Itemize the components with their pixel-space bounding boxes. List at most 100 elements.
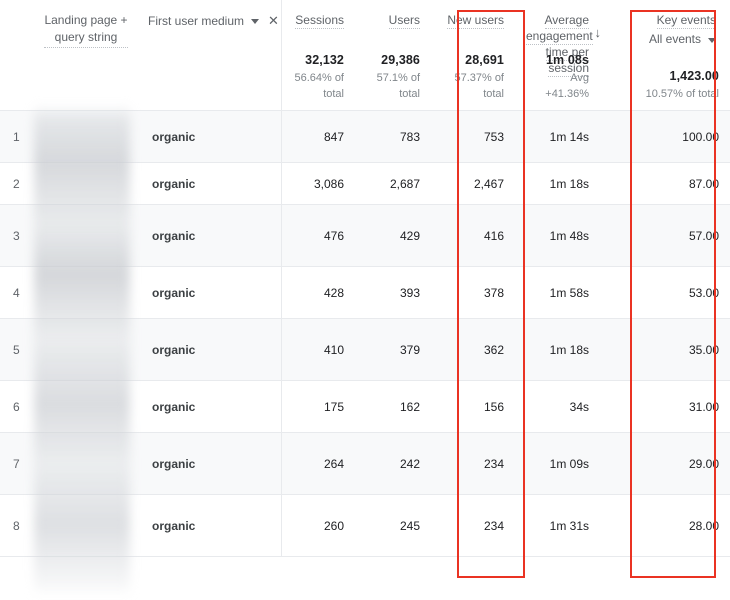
users-total-block: 29,386 57.1% of total xyxy=(366,52,420,102)
landing-page-cell[interactable] xyxy=(31,110,141,163)
key-events-cell: 35.00 xyxy=(600,318,730,381)
column-header-new-users[interactable]: New users 28,691 57.37% of total xyxy=(431,0,515,111)
sessions-total-percent: 56.64% of total xyxy=(294,72,344,100)
new-users-cell: 416 xyxy=(431,204,515,267)
column-header-avg-engagement-time[interactable]: Average engagement time per session 1m 0… xyxy=(515,0,600,111)
new-users-cell: 362 xyxy=(431,318,515,381)
chevron-down-icon[interactable] xyxy=(708,37,716,43)
landing-page-cell[interactable] xyxy=(31,204,141,267)
table-row[interactable]: 3 organic 476 429 416 1m 48s 57.00 xyxy=(0,204,730,267)
column-header-sessions[interactable]: Sessions 32,132 56.64% of total xyxy=(280,0,355,111)
key-events-cell: 100.00 xyxy=(600,110,730,163)
table-row[interactable]: 2 organic 3,086 2,687 2,467 1m 18s 87.00 xyxy=(0,162,730,205)
new-users-cell: 753 xyxy=(431,110,515,163)
avg-engagement-time-cell: 1m 14s xyxy=(515,110,600,163)
key-events-total-percent: 10.57% of total xyxy=(645,88,719,100)
close-icon[interactable]: ✕ xyxy=(268,13,279,29)
sort-descending-icon[interactable]: ↓ xyxy=(592,26,602,40)
row-index: 1 xyxy=(0,110,31,163)
landing-page-cell[interactable] xyxy=(31,494,141,557)
column-header-landing-page[interactable]: Landing page + query string xyxy=(31,0,141,111)
avg-engagement-time-cell: 1m 09s xyxy=(515,432,600,495)
users-cell: 393 xyxy=(355,266,431,319)
table-row[interactable]: 6 organic 175 162 156 34s 31.00 xyxy=(0,380,730,433)
new-users-header-label: New users xyxy=(447,13,504,29)
sessions-total-value: 32,132 xyxy=(305,53,344,67)
table-row[interactable]: 5 organic 410 379 362 1m 18s 35.00 xyxy=(0,318,730,381)
sessions-cell: 428 xyxy=(280,266,355,319)
sessions-header-label: Sessions xyxy=(295,13,344,29)
new-users-total-value: 28,691 xyxy=(465,53,504,67)
landing-page-cell[interactable] xyxy=(31,266,141,319)
column-header-users[interactable]: Users 29,386 57.1% of total xyxy=(355,0,431,111)
table-row[interactable]: 1 organic 847 783 753 1m 14s 100.00 xyxy=(0,110,730,163)
sessions-cell: 476 xyxy=(280,204,355,267)
table-row[interactable]: 8 organic 260 245 234 1m 31s 28.00 xyxy=(0,494,730,557)
first-user-medium-cell: organic xyxy=(141,110,281,163)
row-index: 8 xyxy=(0,494,31,557)
landing-page-cell[interactable] xyxy=(31,380,141,433)
avg-engagement-time-cell: 1m 18s xyxy=(515,162,600,205)
new-users-cell: 378 xyxy=(431,266,515,319)
first-user-medium-cell: organic xyxy=(141,380,281,433)
table-row[interactable]: 4 organic 428 393 378 1m 58s 53.00 xyxy=(0,266,730,319)
avg-engagement-time-cell: 1m 18s xyxy=(515,318,600,381)
row-index: 4 xyxy=(0,266,31,319)
key-events-cell: 29.00 xyxy=(600,432,730,495)
avg-engagement-total-percent: Avg +41.36% xyxy=(545,72,589,100)
new-users-cell: 234 xyxy=(431,494,515,557)
new-users-total-block: 28,691 57.37% of total xyxy=(442,52,504,102)
key-events-cell: 31.00 xyxy=(600,380,730,433)
avg-engagement-time-cell: 1m 58s xyxy=(515,266,600,319)
first-user-medium-cell: organic xyxy=(141,162,281,205)
landing-page-cell[interactable] xyxy=(31,318,141,381)
new-users-cell: 234 xyxy=(431,432,515,495)
sessions-cell: 410 xyxy=(280,318,355,381)
row-index: 3 xyxy=(0,204,31,267)
users-total-value: 29,386 xyxy=(381,53,420,67)
first-user-medium-cell: organic xyxy=(141,432,281,495)
key-events-event-selector[interactable]: All events xyxy=(649,32,716,46)
users-cell: 242 xyxy=(355,432,431,495)
landing-page-header-label: Landing page + query string xyxy=(44,12,128,48)
column-header-key-events[interactable]: ↓ Key events All events 1,423.00 10.57% … xyxy=(595,0,730,111)
key-events-cell: 57.00 xyxy=(600,204,730,267)
chevron-down-icon[interactable] xyxy=(251,19,260,24)
sessions-cell: 264 xyxy=(280,432,355,495)
first-user-medium-header-label: First user medium xyxy=(148,14,245,28)
users-cell: 162 xyxy=(355,380,431,433)
key-events-total-block: 1,423.00 10.57% of total xyxy=(611,68,719,102)
users-cell: 379 xyxy=(355,318,431,381)
report-table: Landing page + query string First user me… xyxy=(0,0,730,557)
key-events-selector-label: All events xyxy=(648,32,701,46)
landing-page-cell[interactable] xyxy=(31,162,141,205)
sessions-cell: 175 xyxy=(280,380,355,433)
users-total-percent: 57.1% of total xyxy=(376,72,420,100)
avg-engagement-time-cell: 1m 48s xyxy=(515,204,600,267)
table-body: 1 organic 847 783 753 1m 14s 100.00 2 organic 3,0… xyxy=(0,110,730,557)
table-row[interactable]: 7 organic 264 242 234 1m 09s 29.00 xyxy=(0,432,730,495)
avg-engagement-total-block: 1m 08s Avg +41.36% xyxy=(526,52,589,102)
key-events-header-label: Key events xyxy=(656,13,716,29)
analytics-table-screenshot: Landing page + query string First user me… xyxy=(0,0,730,600)
column-header-first-user-medium[interactable]: First user medium ✕ xyxy=(141,0,281,111)
users-cell: 245 xyxy=(355,494,431,557)
first-user-medium-cell: organic xyxy=(141,266,281,319)
users-cell: 2,687 xyxy=(355,162,431,205)
new-users-total-percent: 57.37% of total xyxy=(454,72,504,100)
sessions-total-block: 32,132 56.64% of total xyxy=(293,52,344,102)
avg-engagement-time-cell: 34s xyxy=(515,380,600,433)
key-events-cell: 28.00 xyxy=(600,494,730,557)
avg-engagement-total-value: 1m 08s xyxy=(546,53,589,67)
key-events-total-value: 1,423.00 xyxy=(669,69,719,83)
users-cell: 429 xyxy=(355,204,431,267)
landing-page-cell[interactable] xyxy=(31,432,141,495)
first-user-medium-cell: organic xyxy=(141,204,281,267)
sessions-cell: 260 xyxy=(280,494,355,557)
table-header: Landing page + query string First user me… xyxy=(0,0,730,111)
users-cell: 783 xyxy=(355,110,431,163)
row-index: 5 xyxy=(0,318,31,381)
row-index: 2 xyxy=(0,162,31,205)
first-user-medium-cell: organic xyxy=(141,494,281,557)
row-index: 7 xyxy=(0,432,31,495)
